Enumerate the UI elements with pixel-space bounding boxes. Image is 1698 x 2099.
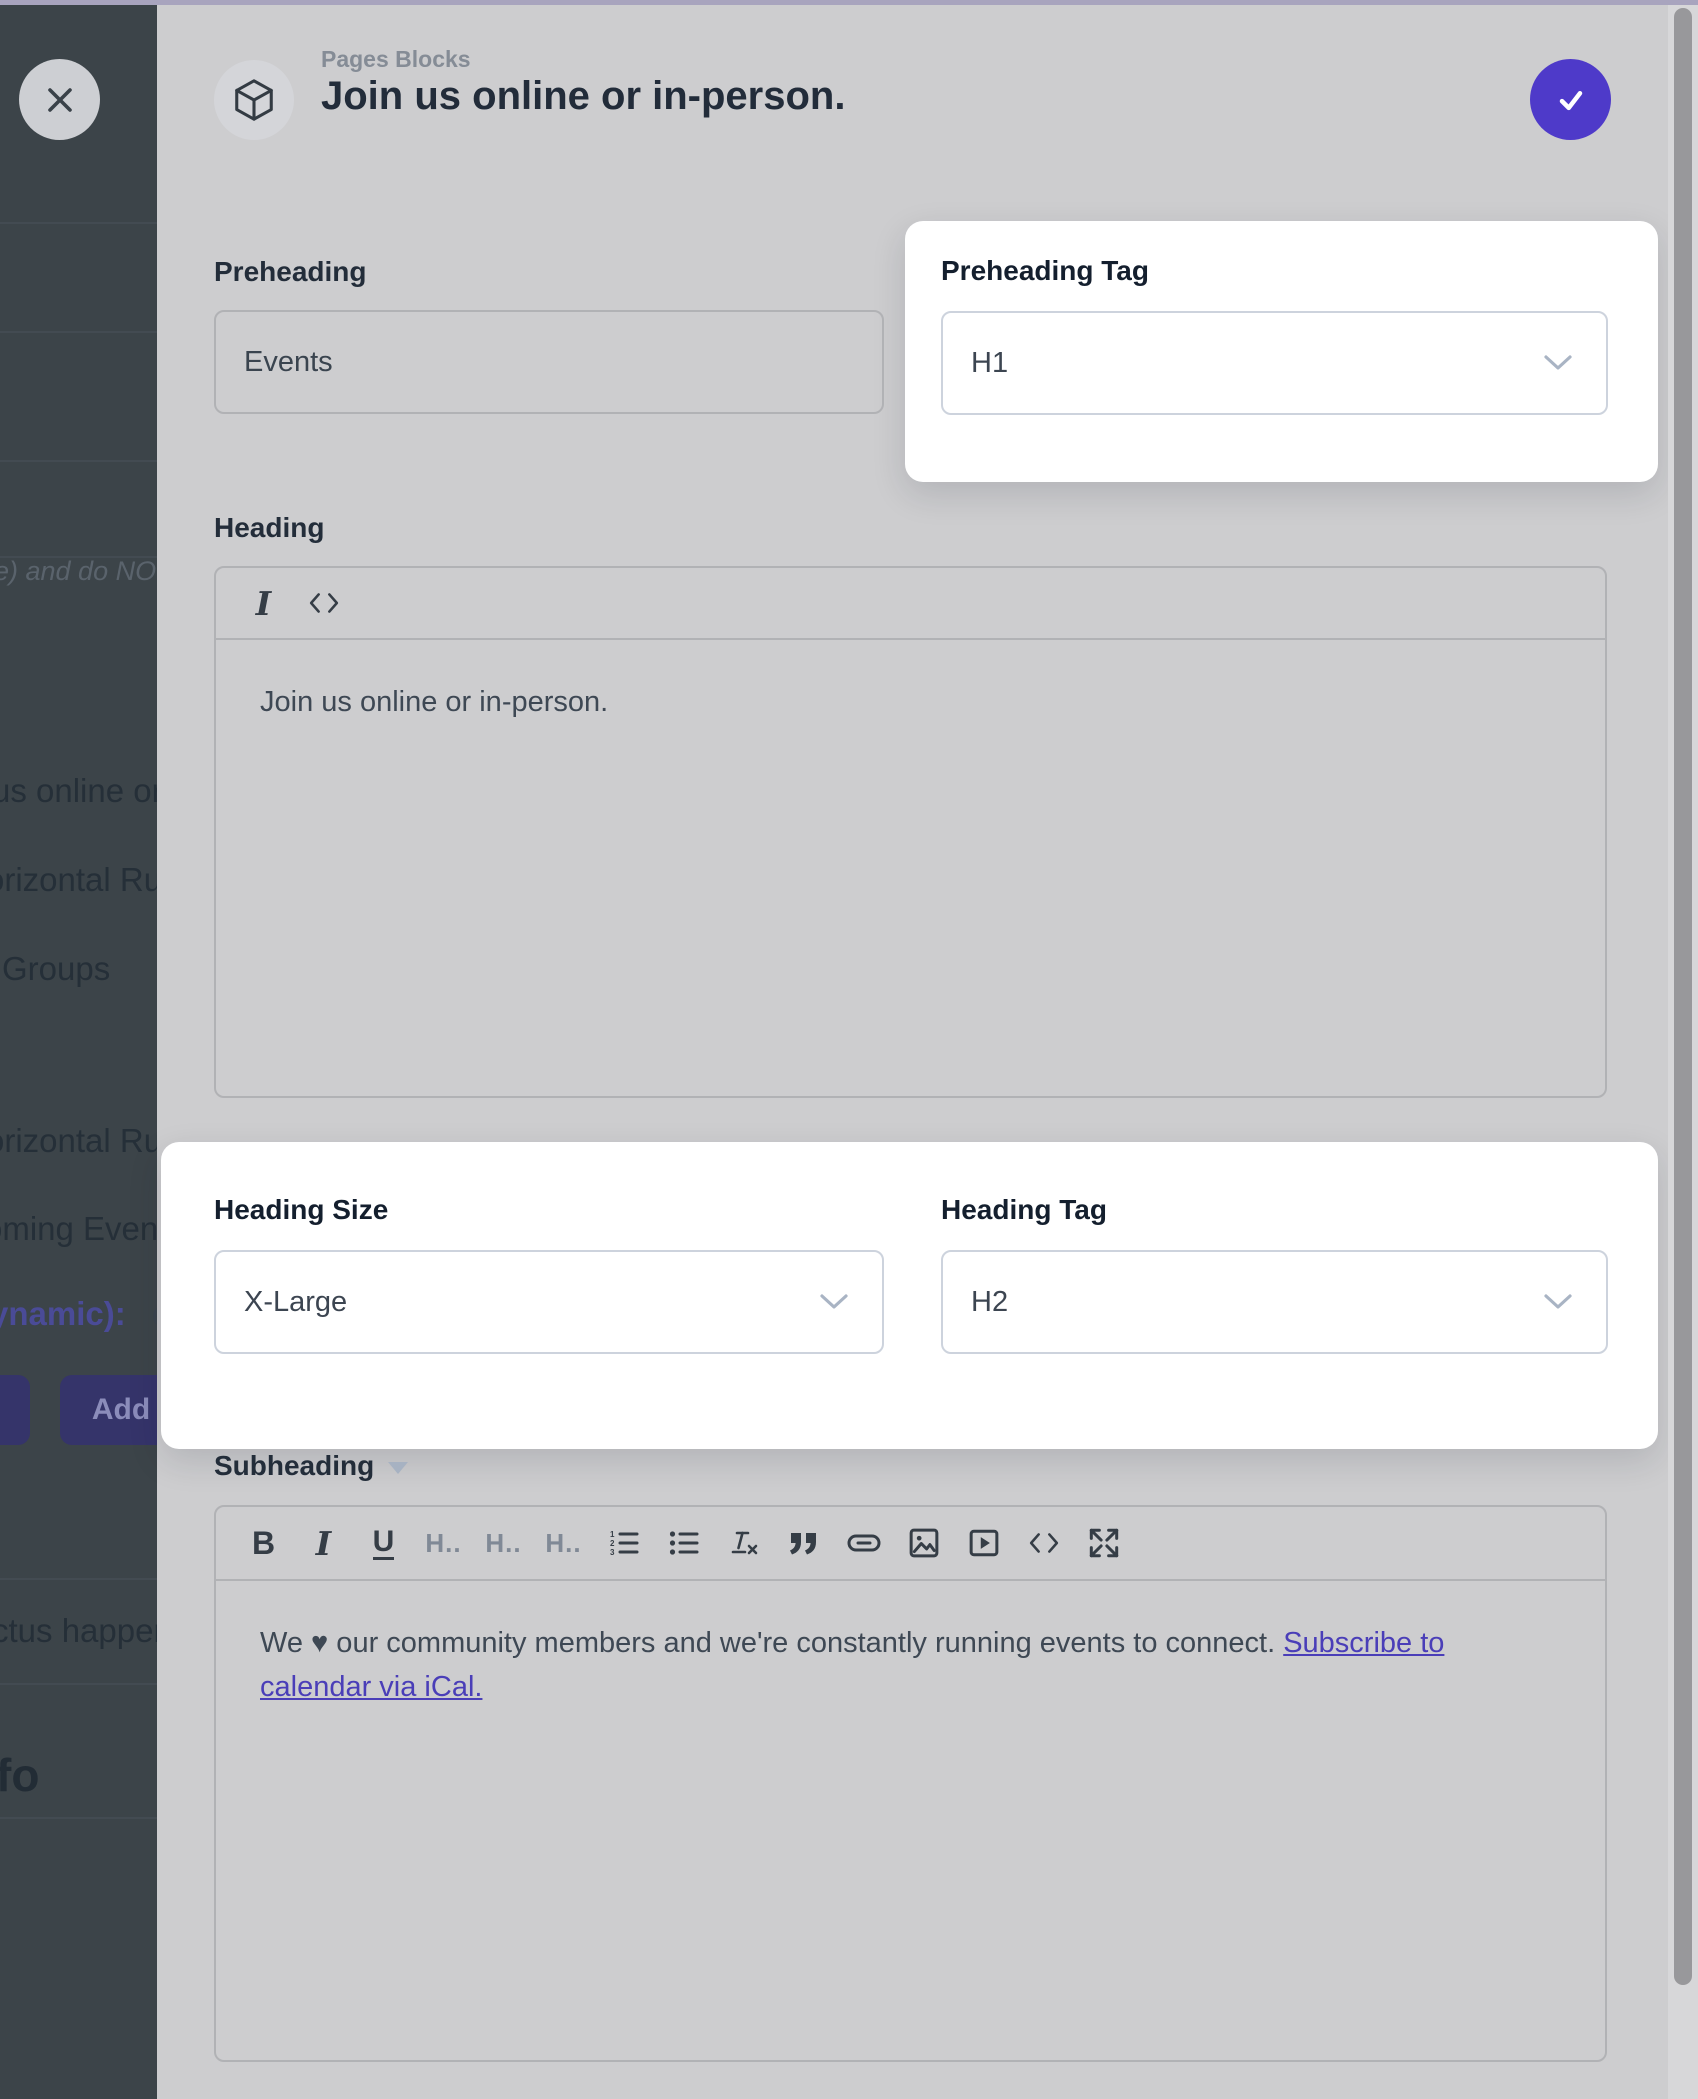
- close-button[interactable]: [19, 59, 100, 140]
- clear-format-icon: [729, 1529, 759, 1557]
- bold-icon: B: [252, 1525, 275, 1562]
- chevron-down-icon: [820, 1294, 848, 1311]
- preheading-tag-value: H1: [943, 347, 1544, 380]
- ordered-list-icon: 123: [609, 1530, 639, 1556]
- blockquote-icon: [789, 1531, 819, 1555]
- italic-icon: I: [316, 1524, 331, 1563]
- video-icon: [969, 1529, 999, 1557]
- scrollbar-thumb[interactable]: [1674, 8, 1692, 1985]
- block-icon-badge: [214, 60, 294, 140]
- svg-text:1: 1: [610, 1530, 615, 1539]
- link-button[interactable]: [840, 1520, 887, 1567]
- underline-button[interactable]: U: [360, 1520, 407, 1567]
- video-button[interactable]: [960, 1520, 1007, 1567]
- fullscreen-expand-icon: [1089, 1528, 1119, 1558]
- divider: [0, 1683, 157, 1685]
- add-button[interactable]: Add: [60, 1375, 157, 1445]
- heading-2-button[interactable]: H..: [480, 1520, 527, 1567]
- italic-icon: I: [256, 584, 271, 623]
- italic-button[interactable]: I: [300, 1520, 347, 1567]
- code-button[interactable]: [1020, 1520, 1067, 1567]
- heading-editor-toolbar: I: [216, 568, 1605, 640]
- code-view-button[interactable]: [300, 580, 347, 627]
- image-icon: [909, 1528, 939, 1558]
- pages-blocks-editor: e) and do NOT us online or i orizontal R…: [0, 0, 1698, 2099]
- code-icon: [1029, 1531, 1059, 1555]
- heading-2-icon: H..: [485, 1528, 521, 1559]
- preheading-value: Events: [216, 346, 333, 379]
- check-icon: [1553, 82, 1589, 118]
- collapse-caret-icon[interactable]: [388, 1462, 408, 1474]
- svg-text:3: 3: [610, 1548, 615, 1556]
- sidebar-section-heading: fo: [0, 1748, 39, 1802]
- heading-size-label: Heading Size: [214, 1194, 388, 1226]
- divider: [0, 331, 157, 333]
- underline-icon: U: [373, 1526, 395, 1561]
- blockquote-button[interactable]: [780, 1520, 827, 1567]
- confirm-button[interactable]: [1530, 59, 1611, 140]
- close-icon: [43, 83, 77, 117]
- divider: [0, 460, 157, 462]
- subheading-editor-content[interactable]: We ♥ our community members and we're con…: [216, 1581, 1605, 1709]
- bold-button[interactable]: B: [240, 1520, 287, 1567]
- divider: [0, 1578, 157, 1580]
- divider: [0, 222, 157, 224]
- heading-options-card: Heading Size X-Large Heading Tag H2: [161, 1142, 1658, 1449]
- dynamic-label: ynamic):: [0, 1295, 126, 1332]
- subheading-label: Subheading: [214, 1450, 408, 1482]
- sidebar-clipped-text: Groups: [2, 950, 110, 988]
- scrollbar-track[interactable]: [1668, 0, 1698, 2099]
- heading-size-select[interactable]: X-Large: [214, 1250, 884, 1354]
- bullet-list-button[interactable]: [660, 1520, 707, 1567]
- preheading-input[interactable]: Events: [214, 310, 884, 414]
- heading-1-button[interactable]: H..: [420, 1520, 467, 1567]
- heading-size-value: X-Large: [216, 1286, 820, 1319]
- code-icon: [309, 591, 339, 615]
- heading-label: Heading: [214, 512, 324, 544]
- sidebar-dynamic-row: ynamic):ev: [0, 1295, 157, 1333]
- heading-tag-value: H2: [943, 1286, 1544, 1319]
- heading-3-button[interactable]: H..: [540, 1520, 587, 1567]
- sidebar-clipped-text: orizontal Rule: [0, 1122, 157, 1160]
- italic-button[interactable]: I: [240, 580, 287, 627]
- link-icon: [847, 1533, 881, 1553]
- page-title: Join us online or in-person.: [321, 74, 845, 119]
- divider: [0, 1817, 157, 1819]
- heading-editor-content[interactable]: Join us online or in-person.: [216, 640, 1605, 724]
- fullscreen-button[interactable]: [1080, 1520, 1127, 1567]
- subheading-editor-toolbar: B I U H.. H.. H.. 123: [216, 1507, 1605, 1581]
- background-button-stub[interactable]: [0, 1375, 30, 1445]
- svg-text:2: 2: [610, 1539, 615, 1548]
- preheading-tag-card: Preheading Tag H1: [905, 221, 1658, 482]
- heading-editor[interactable]: I Join us online or in-person.: [214, 566, 1607, 1098]
- preheading-label: Preheading: [214, 256, 366, 288]
- heading-1-icon: H..: [425, 1528, 461, 1559]
- bullet-list-icon: [669, 1530, 699, 1556]
- background-app-sidebar: e) and do NOT us online or i orizontal R…: [0, 0, 157, 2099]
- subheading-editor[interactable]: B I U H.. H.. H.. 123: [214, 1505, 1607, 2062]
- clear-format-button[interactable]: [720, 1520, 767, 1567]
- chevron-down-icon: [1544, 1294, 1572, 1311]
- subheading-text: We ♥ our community members and we're con…: [260, 1627, 1283, 1659]
- cube-icon: [231, 77, 277, 123]
- sidebar-clipped-text: us online or i: [0, 772, 157, 810]
- subheading-label-text: Subheading: [214, 1450, 374, 1481]
- sidebar-clipped-text: oming Events: [0, 1210, 157, 1248]
- sidebar-clipped-note: e) and do NOT: [0, 556, 157, 587]
- heading-tag-select[interactable]: H2: [941, 1250, 1608, 1354]
- top-strip: [0, 0, 1698, 5]
- preheading-tag-select[interactable]: H1: [941, 311, 1608, 415]
- heading-3-icon: H..: [545, 1528, 581, 1559]
- sidebar-clipped-text: ctus happen: [0, 1612, 157, 1650]
- image-button[interactable]: [900, 1520, 947, 1567]
- breadcrumb-kicker: Pages Blocks: [321, 46, 471, 73]
- ordered-list-button[interactable]: 123: [600, 1520, 647, 1567]
- heading-tag-label: Heading Tag: [941, 1194, 1107, 1226]
- sidebar-clipped-text: orizontal Rule: [0, 861, 157, 899]
- preheading-tag-label: Preheading Tag: [941, 255, 1149, 287]
- chevron-down-icon: [1544, 355, 1572, 372]
